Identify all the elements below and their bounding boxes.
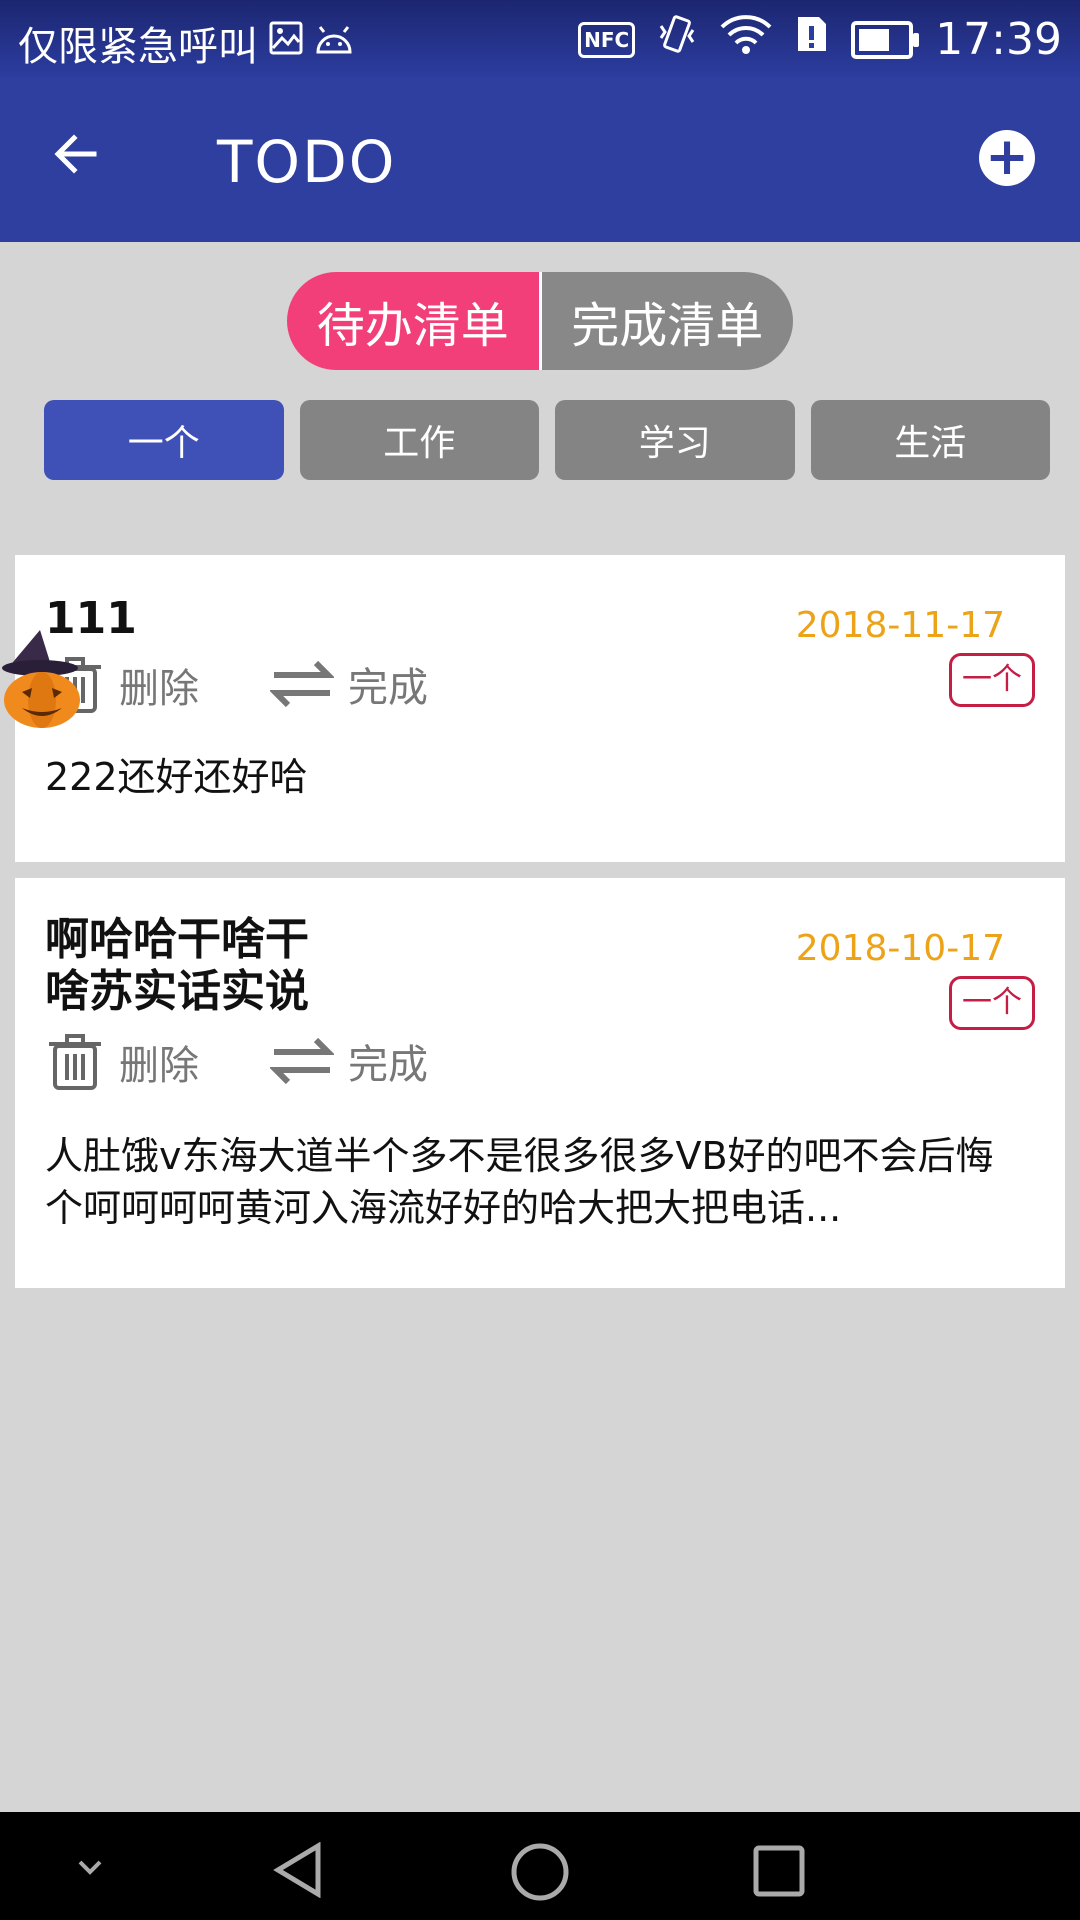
trash-icon: [49, 1034, 101, 1090]
tab-todo-list[interactable]: 待办清单: [287, 272, 542, 370]
todo-category-tag: 一个: [949, 976, 1035, 1030]
todo-card[interactable]: 啊哈哈干啥干 啥苏实话实说 2018-10-17 一个 删除 完成 人肚饿v东海…: [15, 878, 1065, 1288]
app-bar: TODO +: [0, 78, 1080, 242]
carrier-text: 仅限紧急呼叫: [18, 24, 258, 70]
category-tab-life[interactable]: 生活: [810, 400, 1050, 480]
complete-button[interactable]: 完成: [270, 655, 428, 713]
list-toggle: 待办清单 完成清单: [287, 272, 793, 370]
sim-icon: [795, 14, 829, 65]
status-left: 仅限紧急呼叫: [18, 14, 354, 72]
page-title: TODO: [217, 128, 397, 196]
todo-title: 啊哈哈干啥干 啥苏实话实说: [45, 914, 309, 1017]
home-circle-icon[interactable]: [510, 1842, 570, 1906]
wifi-icon: [719, 13, 773, 66]
delete-label: 删除: [119, 1043, 199, 1089]
status-bar: 仅限紧急呼叫 NFC 17:39: [0, 0, 1080, 78]
add-todo-button[interactable]: +: [979, 130, 1035, 186]
todo-card[interactable]: 111 2018-11-17 一个 删除 完成 222还好还好哈: [15, 555, 1065, 862]
back-triangle-icon[interactable]: [272, 1841, 328, 1902]
complete-label: 完成: [348, 1042, 428, 1088]
category-tab-single[interactable]: 一个: [44, 400, 284, 480]
delete-label: 删除: [119, 666, 199, 712]
plus-icon: +: [985, 127, 1029, 187]
navigation-bar: [0, 1812, 1080, 1920]
battery-charging-icon: [851, 20, 920, 59]
chevron-down-icon[interactable]: [70, 1848, 110, 1892]
todo-category-tag: 一个: [949, 653, 1035, 707]
todo-date: 2018-11-17: [795, 605, 1005, 646]
status-right: NFC 17:39: [578, 12, 1062, 67]
complete-label: 完成: [348, 665, 428, 711]
category-tab-work[interactable]: 工作: [299, 400, 539, 480]
vibrate-icon: [657, 12, 697, 67]
arrow-left-icon: [54, 134, 97, 174]
swap-icon: [270, 660, 334, 708]
back-button[interactable]: [52, 130, 116, 194]
pumpkin-witch-icon[interactable]: [0, 628, 88, 728]
tab-completed-list[interactable]: 完成清单: [541, 272, 793, 370]
todo-date: 2018-10-17: [795, 928, 1005, 969]
todo-content: 222还好还好哈: [45, 755, 308, 799]
nfc-icon: NFC: [578, 21, 636, 58]
category-tab-study[interactable]: 学习: [555, 400, 795, 480]
todo-content: 人肚饿v东海大道半个多不是很多很多VB好的吧不会后悔个呵呵呵呵黄河入海流好好的哈…: [45, 1134, 994, 1230]
status-time: 17:39: [935, 14, 1062, 65]
swap-icon: [270, 1037, 334, 1085]
gallery-icon: [268, 20, 304, 66]
category-tabs: 一个 工作 学习 生活: [44, 400, 1050, 480]
android-icon: [314, 20, 354, 66]
complete-button[interactable]: 完成: [270, 1032, 428, 1090]
delete-button[interactable]: 删除: [45, 1032, 199, 1092]
recents-square-icon[interactable]: [752, 1844, 806, 1902]
